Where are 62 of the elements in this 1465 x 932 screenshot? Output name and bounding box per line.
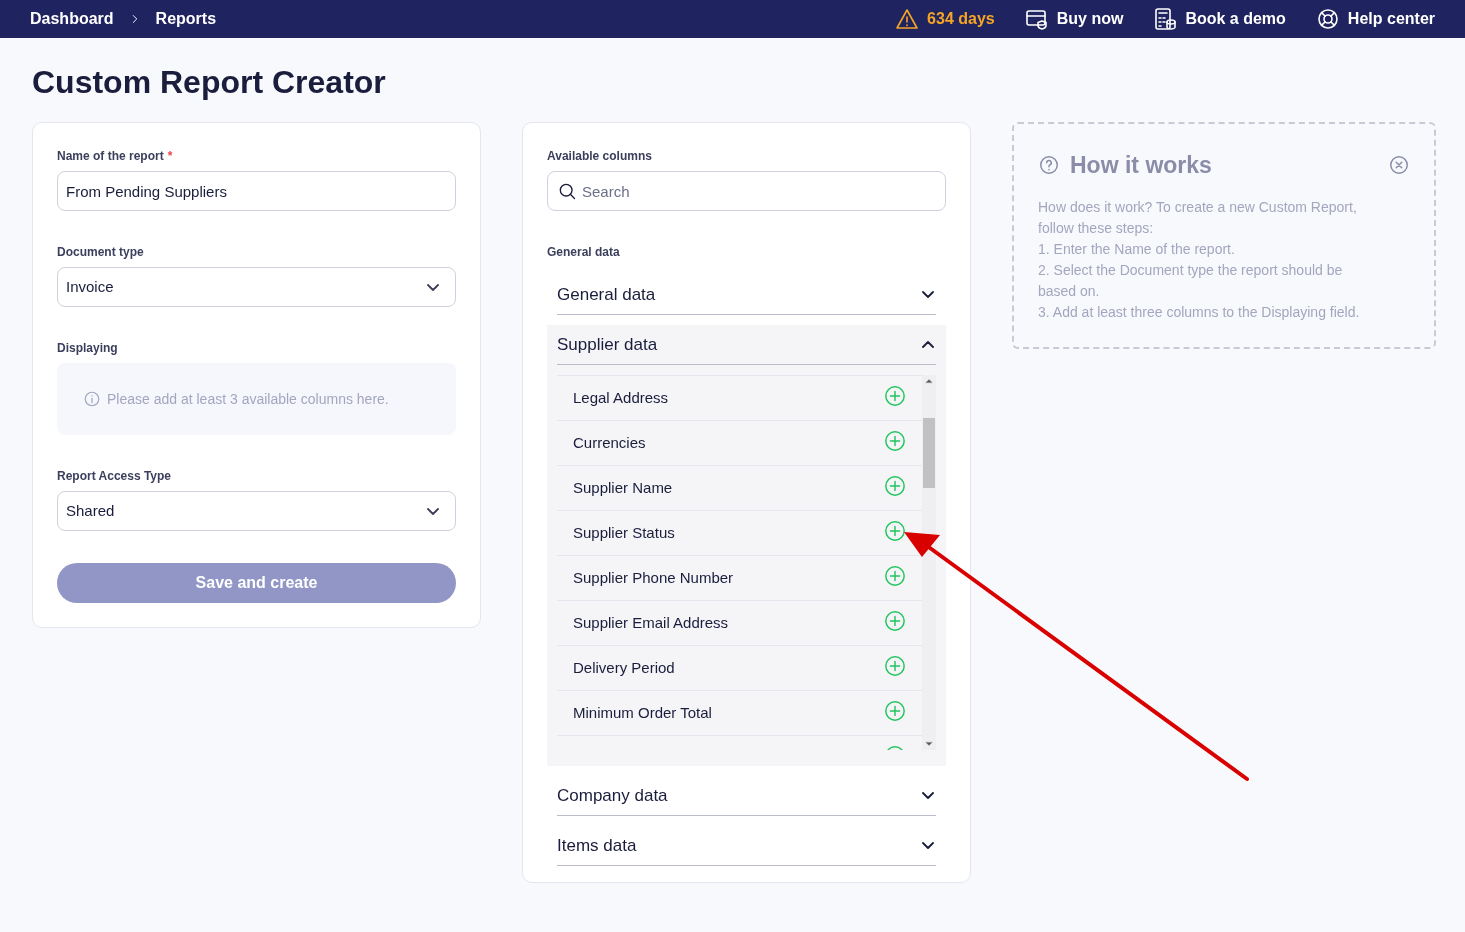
add-column-button[interactable] [884, 430, 906, 452]
warning-icon [895, 7, 920, 31]
chevron-down-icon [922, 842, 934, 849]
scroll-down-icon [925, 740, 933, 748]
search-icon [557, 181, 577, 201]
column-name: Supplier Phone Number [573, 567, 735, 588]
column-name: Minimum Order Total [573, 702, 713, 723]
breadcrumb-link[interactable]: Dashboard [30, 7, 114, 31]
field-label: Name of the report [57, 148, 164, 165]
accordion-header[interactable]: Items data [557, 826, 936, 866]
add-column-button[interactable] [884, 520, 906, 542]
chevron-down-icon [922, 291, 934, 298]
chevron-down-icon [922, 792, 934, 799]
report-name-input[interactable]: From Pending Suppliers [57, 171, 456, 211]
required-mark: * [167, 148, 173, 165]
help-text: 2. Select the Document type the report should be based on. [1038, 260, 1344, 301]
dropzone-hint: Please add at least 3 available columns here. [107, 389, 389, 409]
column-name: Delivery Period [573, 657, 676, 678]
topbar-link[interactable]: Buy now [1024, 7, 1124, 31]
scrollbar[interactable] [922, 375, 936, 750]
chevron-down-icon [427, 507, 439, 515]
add-column-button[interactable] [884, 610, 906, 632]
field-label: Report Access Type [57, 468, 172, 485]
add-column-button[interactable] [884, 655, 906, 677]
add-column-button[interactable] [884, 700, 906, 722]
field-label: General data [547, 244, 620, 261]
column-name: Supplier Status [573, 522, 676, 543]
lifebuoy-icon [1315, 7, 1340, 31]
add-column-button[interactable] [884, 475, 906, 497]
field-label: Available columns [547, 148, 652, 165]
topbar-link[interactable]: Book a demo [1153, 7, 1286, 31]
search-field[interactable]: Search [547, 171, 946, 211]
chevron-down-icon [427, 283, 439, 291]
accordion-header[interactable]: General data [557, 275, 936, 315]
field-label: Displaying [57, 340, 118, 357]
dropdown[interactable]: Invoice [57, 267, 456, 307]
breadcrumb-link[interactable]: Reports [155, 7, 217, 31]
scroll-up-icon [925, 377, 933, 385]
calculator-icon [1153, 7, 1178, 31]
column-name: Supplier Email Address [573, 612, 730, 633]
chevron-up-icon [922, 341, 934, 348]
question-icon [1038, 154, 1060, 177]
topbar-link[interactable]: Help center [1315, 7, 1435, 31]
add-column-button[interactable] [884, 385, 906, 407]
dropdown[interactable]: Shared [57, 491, 456, 531]
help-title: How it works [1070, 151, 1212, 180]
info-icon [83, 390, 101, 408]
card-shield-icon [1024, 7, 1049, 31]
accordion-header[interactable]: Company data [557, 776, 936, 816]
accordion-header[interactable]: Supplier data [557, 325, 936, 365]
close-button[interactable] [1388, 154, 1410, 177]
scrollbar-thumb[interactable] [923, 417, 935, 488]
column-name: Legal Address [573, 387, 670, 408]
page-title: Custom Report Creator [32, 63, 387, 102]
help-text: 3. Add at least three columns to the Displaying field. [1038, 302, 1361, 322]
field-label: Document type [57, 244, 144, 261]
add-column-button[interactable] [884, 565, 906, 587]
column-name: Supplier Name [573, 477, 674, 498]
help-text: 1. Enter the Name of the report. [1038, 239, 1236, 259]
trial-days-remaining: 634 days [927, 9, 995, 29]
column-name: Currencies [573, 432, 647, 453]
help-text: How does it work? To create a new Custom Report, follow these steps: [1038, 197, 1358, 238]
